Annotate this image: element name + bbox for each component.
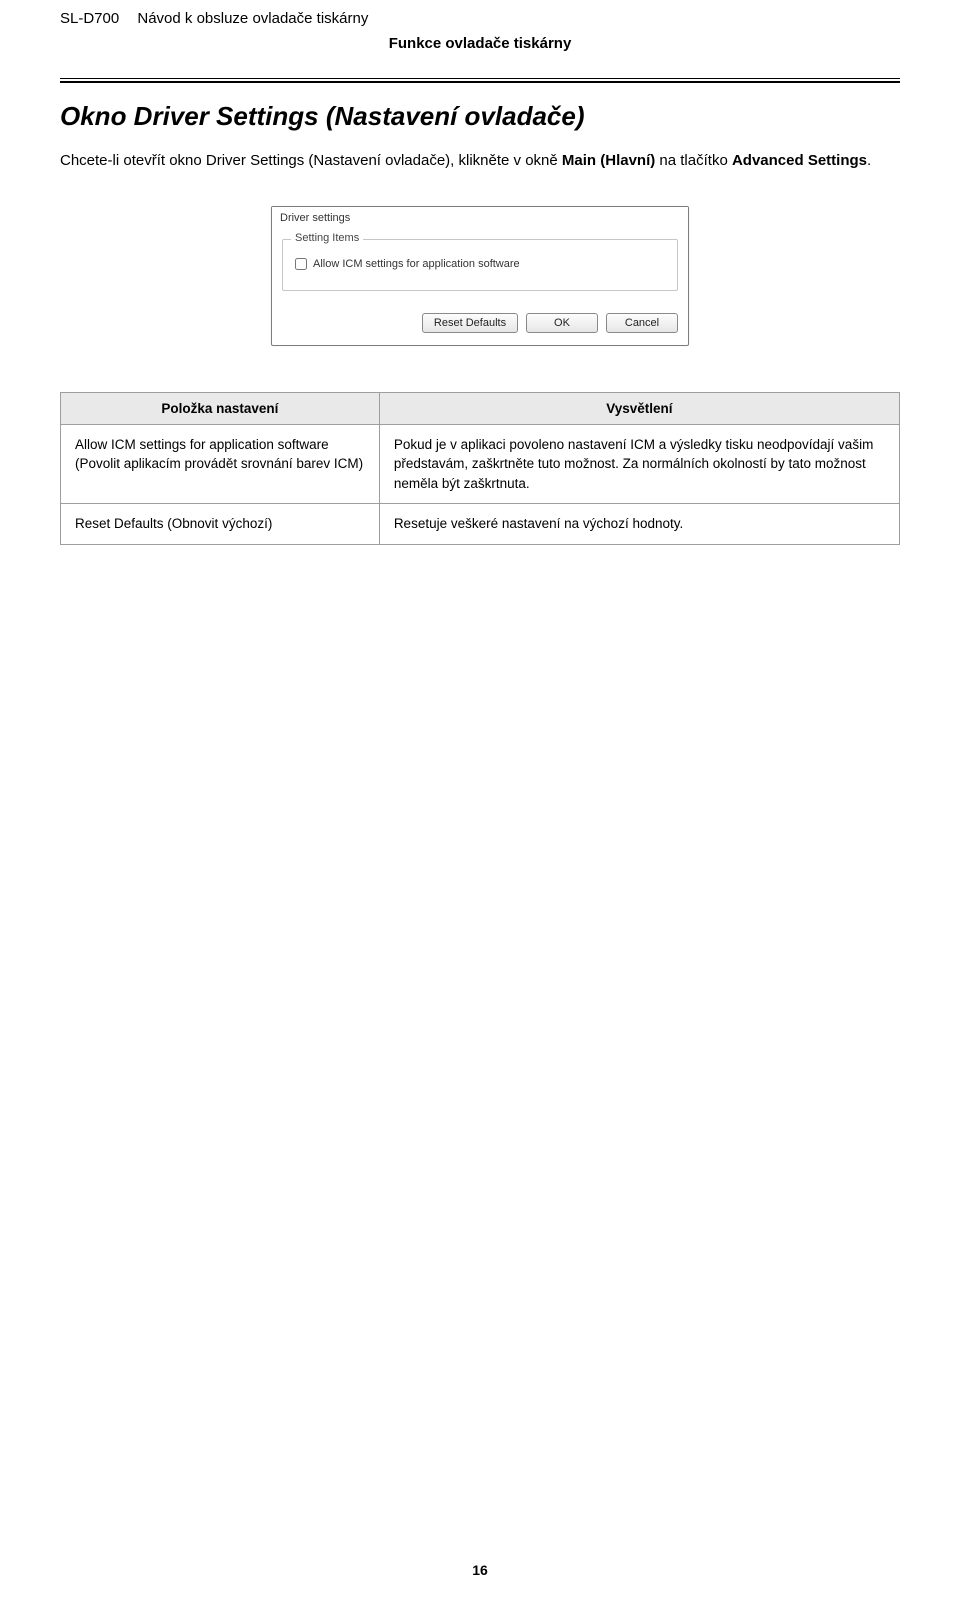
groupbox-title: Setting Items	[291, 232, 363, 244]
table-header-row: Položka nastavení Vysvětlení	[61, 392, 900, 424]
running-header: SL-D700 Návod k obsluze ovladače tiskárn…	[60, 10, 900, 27]
dialog-screenshot: Driver settings Setting Items Allow ICM …	[60, 206, 900, 346]
intro-pre: Chcete-li otevřít okno Driver Settings (…	[60, 152, 562, 169]
table-row: Reset Defaults (Obnovit výchozí) Resetuj…	[61, 504, 900, 545]
section-label: Funkce ovladače tiskárny	[60, 35, 900, 52]
allow-icm-checkbox-row[interactable]: Allow ICM settings for application softw…	[295, 258, 665, 270]
divider-thin	[60, 78, 900, 79]
dialog-body: Setting Items Allow ICM settings for app…	[272, 229, 688, 303]
dialog-titlebar: Driver settings	[272, 207, 688, 229]
page-number: 16	[0, 1562, 960, 1578]
page: SL-D700 Návod k obsluze ovladače tiskárn…	[0, 0, 960, 1600]
cell-right: Resetuje veškeré nastavení na výchozí ho…	[379, 504, 899, 545]
cell-left: Reset Defaults (Obnovit výchozí)	[61, 504, 380, 545]
intro-bold-adv: Advanced Settings	[732, 152, 867, 169]
setting-items-group: Setting Items Allow ICM settings for app…	[282, 239, 678, 291]
dialog-button-row: Reset Defaults OK Cancel	[272, 303, 688, 345]
table-row: Allow ICM settings for application softw…	[61, 424, 900, 504]
intro-paragraph: Chcete-li otevřít okno Driver Settings (…	[60, 150, 900, 172]
header-left: Položka nastavení	[61, 392, 380, 424]
intro-bold-main: Main (Hlavní)	[562, 152, 655, 169]
model-code: SL-D700	[60, 10, 119, 27]
allow-icm-label: Allow ICM settings for application softw…	[313, 258, 520, 270]
doc-title: Návod k obsluze ovladače tiskárny	[137, 10, 368, 27]
header-right: Vysvětlení	[379, 392, 899, 424]
cancel-button[interactable]: Cancel	[606, 313, 678, 333]
page-title: Okno Driver Settings (Nastavení ovladače…	[60, 101, 900, 132]
cell-left: Allow ICM settings for application softw…	[61, 424, 380, 504]
intro-mid: na tlačítko	[655, 152, 732, 169]
divider-thick	[60, 81, 900, 83]
cell-right: Pokud je v aplikaci povoleno nastavení I…	[379, 424, 899, 504]
driver-settings-dialog: Driver settings Setting Items Allow ICM …	[271, 206, 689, 346]
intro-post: .	[867, 152, 871, 169]
allow-icm-checkbox[interactable]	[295, 258, 307, 270]
settings-table: Položka nastavení Vysvětlení Allow ICM s…	[60, 392, 900, 545]
ok-button[interactable]: OK	[526, 313, 598, 333]
reset-defaults-button[interactable]: Reset Defaults	[422, 313, 518, 333]
